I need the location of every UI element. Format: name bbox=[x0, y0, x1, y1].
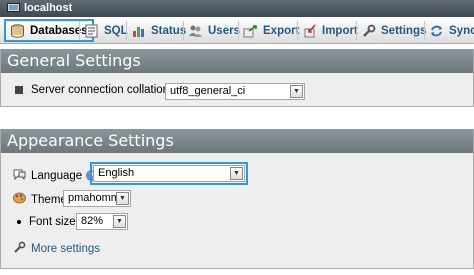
chevron-down-icon[interactable]: ▼ bbox=[116, 192, 129, 205]
theme-select[interactable]: pmahomme ▼ bbox=[63, 190, 131, 207]
more-settings-row: More settings bbox=[13, 241, 100, 256]
wrench-icon bbox=[13, 241, 26, 256]
general-settings-panel: General Settings Server connection colla… bbox=[0, 49, 474, 107]
collation-value: utf8_general_ci bbox=[170, 85, 246, 97]
tab-label: Synch bbox=[449, 24, 474, 37]
panel-title: General Settings bbox=[1, 49, 473, 73]
language-label: Language bbox=[31, 169, 83, 182]
server-icon bbox=[7, 3, 20, 13]
tab-bar: Databases SQL Status Users Export Import bbox=[0, 17, 474, 44]
language-icon bbox=[13, 168, 26, 183]
tab-label: Status bbox=[151, 24, 187, 37]
wrench-icon bbox=[361, 24, 376, 38]
tab-status[interactable]: Status bbox=[131, 19, 186, 42]
database-icon bbox=[10, 23, 25, 38]
palette-icon bbox=[13, 192, 26, 207]
panel-title: Appearance Settings bbox=[1, 129, 473, 153]
chevron-down-icon[interactable]: ▼ bbox=[113, 215, 126, 228]
collation-row: Server connection collation ? bbox=[15, 84, 189, 96]
top-bar: localhost bbox=[0, 0, 474, 17]
tab-label: Export bbox=[263, 24, 300, 37]
collation-bullet-icon bbox=[15, 86, 23, 94]
tab-databases[interactable]: Databases bbox=[4, 19, 94, 42]
tab-import[interactable]: Import bbox=[302, 19, 358, 42]
collation-select[interactable]: utf8_general_ci ▼ bbox=[165, 83, 305, 100]
collation-label: Server connection collation bbox=[31, 84, 170, 96]
sync-icon bbox=[429, 24, 444, 38]
font-size-label: Font size: bbox=[29, 216, 79, 228]
more-settings-link[interactable]: More settings bbox=[31, 243, 100, 255]
tab-users[interactable]: Users bbox=[188, 19, 240, 42]
export-icon bbox=[243, 24, 258, 38]
theme-row: Theme: bbox=[13, 192, 70, 207]
sql-icon bbox=[84, 24, 99, 38]
font-size-select[interactable]: 82% ▼ bbox=[76, 213, 128, 230]
import-icon bbox=[302, 23, 317, 38]
appearance-settings-panel: Appearance Settings Language ? English ▼… bbox=[0, 129, 474, 269]
tab-label: Settings bbox=[381, 24, 427, 37]
tab-sql[interactable]: SQL bbox=[84, 19, 128, 42]
font-size-value: 82% bbox=[81, 215, 104, 227]
tab-label: Import bbox=[322, 24, 358, 37]
status-chart-icon bbox=[131, 24, 146, 38]
server-name[interactable]: localhost bbox=[24, 2, 72, 14]
chevron-down-icon[interactable]: ▼ bbox=[230, 167, 243, 180]
tab-settings[interactable]: Settings bbox=[361, 19, 426, 42]
tab-export[interactable]: Export bbox=[243, 19, 299, 42]
tab-synch[interactable]: Synch bbox=[429, 19, 474, 42]
language-row: Language ? bbox=[13, 168, 98, 183]
font-size-row: Font size: bbox=[17, 216, 79, 228]
chevron-down-icon[interactable]: ▼ bbox=[290, 85, 303, 98]
tab-label: SQL bbox=[104, 24, 128, 37]
language-select[interactable]: English ▼ bbox=[93, 165, 245, 182]
language-value: English bbox=[98, 167, 135, 179]
bullet-icon bbox=[17, 220, 21, 224]
tab-label: Users bbox=[208, 24, 240, 37]
users-icon bbox=[188, 24, 203, 38]
